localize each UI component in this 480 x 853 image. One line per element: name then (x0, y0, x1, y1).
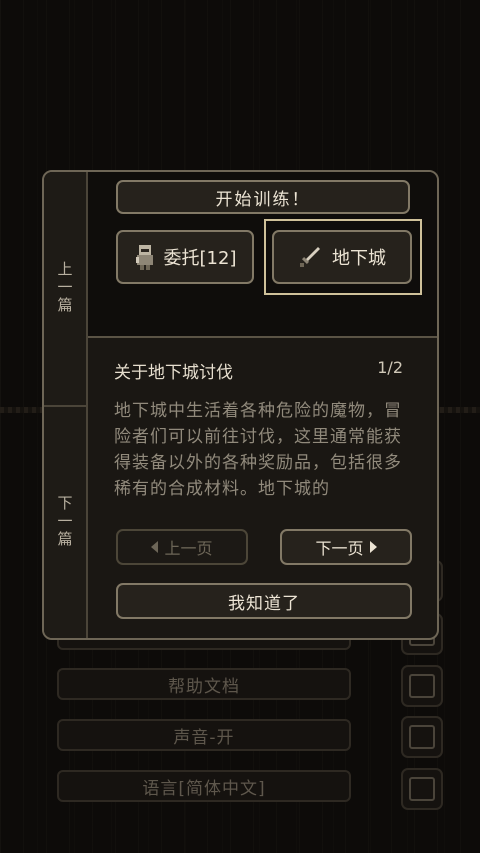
quest-label: 委托[12] (163, 248, 237, 269)
tab-next-char: 篇 (57, 530, 73, 548)
next-page-button[interactable]: 下一页 (280, 529, 412, 565)
tutorial-modal: 上 一 篇 下 一 篇 开始训练！ 委托[12] 地下城 关于地下城讨伐 1/2… (42, 170, 439, 640)
got-it-label: 我知道了 (228, 593, 300, 614)
arrow-left-icon (151, 541, 159, 553)
section-divider (88, 336, 437, 338)
tab-divider (44, 405, 86, 407)
tab-prev-char: 篇 (57, 296, 73, 314)
got-it-button[interactable]: 我知道了 (116, 583, 412, 619)
bg-menu-language-label: 语言[简体中文] (142, 778, 266, 799)
info-title: 关于地下城讨伐 (114, 363, 233, 383)
tab-prev-chapter[interactable]: 上 一 篇 (44, 260, 86, 314)
side-button-4[interactable] (401, 716, 443, 758)
bg-menu-help-label: 帮助文档 (168, 676, 240, 697)
tab-prev-char: 上 (57, 260, 73, 278)
side-button-3[interactable] (401, 665, 443, 707)
bg-menu-sound-label: 声音-开 (173, 727, 235, 748)
prev-page-label: 上一页 (164, 539, 213, 558)
side-glyph-icon (409, 674, 435, 698)
tab-next-char: 一 (57, 512, 73, 530)
dungeon-button[interactable]: 地下城 (272, 230, 412, 284)
prev-page-button[interactable]: 上一页 (116, 529, 248, 565)
arrow-right-icon (369, 541, 377, 553)
start-training-button[interactable]: 开始训练！ (116, 180, 410, 214)
page-indicator: 1/2 (377, 358, 403, 377)
tab-next-char: 下 (57, 494, 73, 512)
start-training-label: 开始训练！ (215, 189, 311, 210)
dungeon-label: 地下城 (332, 248, 386, 269)
bg-menu-help-button[interactable]: 帮助文档 (57, 668, 351, 700)
next-page-label: 下一页 (315, 539, 364, 558)
left-tabs: 上 一 篇 下 一 篇 (44, 172, 88, 638)
sword-icon (300, 247, 320, 267)
tab-next-chapter[interactable]: 下 一 篇 (44, 494, 86, 548)
tab-prev-char: 一 (57, 278, 73, 296)
bg-menu-sound-button[interactable]: 声音-开 (57, 719, 351, 751)
side-glyph-icon (409, 725, 435, 749)
bg-menu-language-button[interactable]: 语言[简体中文] (57, 770, 351, 802)
side-glyph-icon (409, 777, 435, 801)
info-body-text: 地下城中生活着各种危险的魔物，冒险者们可以前往讨伐，这里通常能获得装备以外的各种… (114, 401, 402, 499)
quest-button[interactable]: 委托[12] (116, 230, 254, 284)
quest-helmet-icon (135, 245, 153, 270)
side-button-5[interactable] (401, 768, 443, 810)
